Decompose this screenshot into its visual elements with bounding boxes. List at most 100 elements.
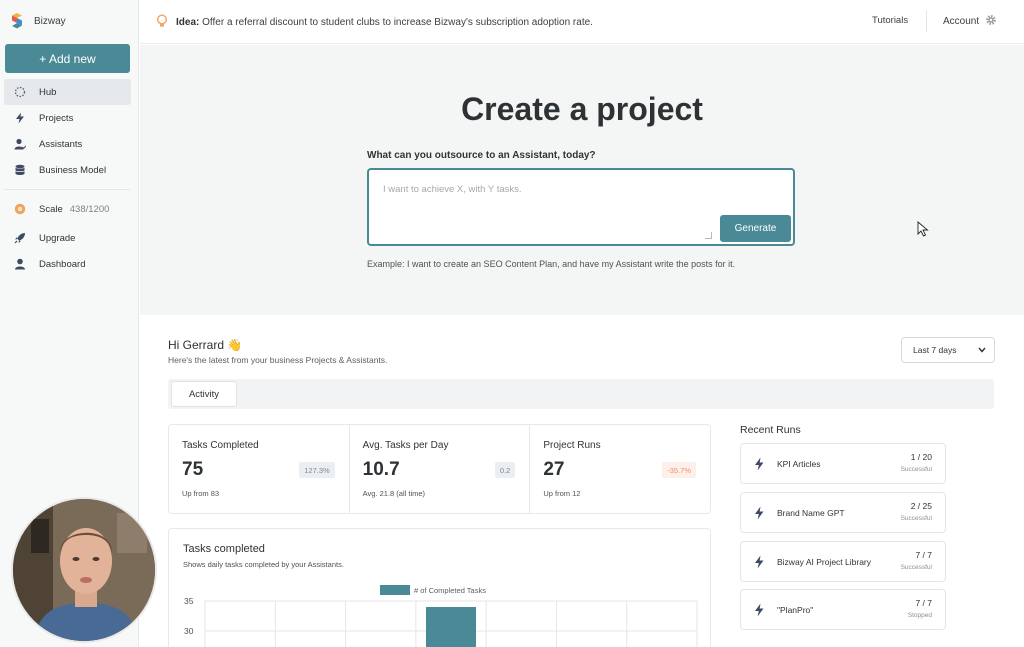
stat-tasks-completed: Tasks Completed 75 127.3% Up from 83: [169, 425, 350, 513]
run-count: 7 / 7: [915, 598, 932, 608]
account-menu[interactable]: Account: [943, 14, 997, 29]
tasks-completed-chart-card: Tasks completed Shows daily tasks comple…: [168, 528, 711, 647]
scale-count: 438/1200: [69, 203, 110, 215]
sidebar-divider: [4, 189, 130, 190]
stat-badge: 127.3%: [299, 462, 335, 478]
stat-label: Project Runs: [543, 440, 601, 451]
lightbulb-icon: [156, 14, 168, 31]
period-select[interactable]: Last 7 days: [901, 337, 995, 363]
idea-text: Offer a referral discount to student clu…: [202, 17, 593, 28]
run-status: Successful: [900, 466, 932, 473]
chart-bar: [426, 607, 476, 647]
create-project-section: Create a project What can you outsource …: [140, 45, 1024, 315]
stats-panel: Tasks Completed 75 127.3% Up from 83 Avg…: [168, 424, 711, 514]
resize-handle-icon[interactable]: [705, 232, 712, 239]
recent-run-item[interactable]: Bizway AI Project Library 7 / 7 Successful: [740, 541, 946, 582]
dashboard-tabs: Activity: [168, 379, 994, 409]
sidebar-item-projects[interactable]: Projects: [4, 105, 131, 131]
bolt-icon: [14, 112, 26, 124]
generate-button[interactable]: Generate: [720, 215, 791, 242]
period-value: Last 7 days: [913, 345, 957, 355]
idea-label: Idea:: [176, 17, 200, 28]
brand-name: Bizway: [34, 15, 66, 27]
gear-icon: [985, 14, 997, 29]
sidebar-item-scale[interactable]: Scale 438/1200: [4, 196, 131, 222]
stat-badge: 0.2: [494, 462, 516, 478]
greeting: Hi Gerrard 👋: [168, 338, 243, 352]
stat-value: 75: [182, 459, 204, 480]
mouse-cursor-icon: [917, 221, 929, 237]
sidebar-item-hub[interactable]: Hub: [4, 79, 131, 105]
run-count: 7 / 7: [915, 550, 932, 560]
greeting-subtitle: Here's the latest from your business Pro…: [168, 355, 388, 365]
stat-sub: Up from 12: [543, 489, 581, 498]
sidebar-item-label: Upgrade: [39, 232, 76, 244]
run-name: "PlanPro": [777, 605, 814, 615]
user-icon: [14, 258, 26, 270]
tutorials-link[interactable]: Tutorials: [872, 15, 908, 26]
assistant-icon: [14, 138, 26, 150]
bolt-icon: [753, 555, 765, 569]
sidebar-item-label: Business Model: [39, 164, 107, 176]
chevron-down-icon: [978, 345, 986, 355]
legend-swatch: [380, 585, 410, 595]
idea-banner: Idea: Offer a referral discount to stude…: [156, 14, 593, 31]
stat-value: 27: [543, 459, 565, 480]
recent-run-item[interactable]: Brand Name GPT 2 / 25 Successful: [740, 492, 946, 533]
stat-avg-tasks: Avg. Tasks per Day 10.7 0.2 Avg. 21.8 (a…: [350, 425, 531, 513]
recent-run-item[interactable]: "PlanPro" 7 / 7 Stopped: [740, 589, 946, 630]
stat-badge: -35.7%: [662, 462, 697, 478]
add-new-button[interactable]: + Add new: [5, 44, 130, 73]
tab-activity[interactable]: Activity: [171, 381, 237, 407]
run-count: 2 / 25: [910, 501, 932, 511]
bolt-icon: [753, 457, 765, 471]
sidebar-item-assistants[interactable]: Assistants: [4, 131, 131, 157]
webcam-overlay: [11, 497, 157, 643]
account-label: Account: [943, 16, 980, 27]
y-tick-label: 35: [184, 596, 194, 606]
stat-value: 10.7: [362, 459, 400, 480]
sidebar-item-label: Assistants: [39, 138, 83, 150]
top-bar: Idea: Offer a referral discount to stude…: [140, 0, 1024, 44]
scale-icon: [14, 203, 26, 215]
bizway-logo-icon: [10, 12, 24, 30]
run-name: KPI Articles: [777, 459, 821, 469]
prompt-box: Generate: [367, 168, 795, 246]
primary-nav: Hub Projects Assistants Business Model: [0, 79, 139, 183]
y-tick-label: 30: [184, 626, 194, 636]
run-name: Bizway AI Project Library: [777, 557, 872, 567]
scale-label: Scale: [39, 203, 63, 215]
run-status: Stopped: [907, 612, 932, 619]
sidebar-item-business-model[interactable]: Business Model: [4, 157, 131, 183]
stat-project-runs: Project Runs 27 -35.7% Up from 12: [530, 425, 710, 513]
run-status: Successful: [900, 564, 932, 571]
bolt-icon: [753, 506, 765, 520]
bolt-icon: [753, 603, 765, 617]
sidebar-item-label: Hub: [39, 86, 57, 98]
database-icon: [14, 164, 26, 176]
prompt-example: Example: I want to create an SEO Content…: [367, 259, 736, 269]
sidebar-item-upgrade[interactable]: Upgrade: [4, 225, 131, 251]
topbar-divider: [926, 10, 927, 32]
run-status: Successful: [900, 515, 932, 522]
sidebar-item-label: Projects: [39, 112, 74, 124]
sidebar-item-label: Dashboard: [39, 258, 86, 270]
tasks-completed-chart: # of Completed Tasks 35 30: [184, 585, 698, 647]
recent-runs-title: Recent Runs: [740, 424, 801, 436]
sidebar-item-dashboard[interactable]: Dashboard: [4, 251, 131, 277]
run-count: 1 / 20: [910, 452, 932, 462]
hub-icon: [14, 86, 26, 98]
stat-label: Avg. Tasks per Day: [362, 440, 449, 451]
legend-label: # of Completed Tasks: [414, 586, 486, 595]
stat-sub: Up from 83: [182, 489, 220, 498]
prompt-label: What can you outsource to an Assistant, …: [367, 150, 596, 161]
rocket-icon: [14, 232, 26, 244]
secondary-nav: Scale 438/1200 Upgrade Dashboard: [0, 196, 139, 277]
brand[interactable]: Bizway: [10, 12, 66, 30]
run-name: Brand Name GPT: [777, 508, 845, 518]
project-prompt-input[interactable]: [383, 184, 703, 195]
stat-sub: Avg. 21.8 (all time): [362, 489, 426, 498]
page-title: Create a project: [461, 91, 703, 127]
stat-label: Tasks Completed: [182, 440, 259, 451]
recent-run-item[interactable]: KPI Articles 1 / 20 Successful: [740, 443, 946, 484]
